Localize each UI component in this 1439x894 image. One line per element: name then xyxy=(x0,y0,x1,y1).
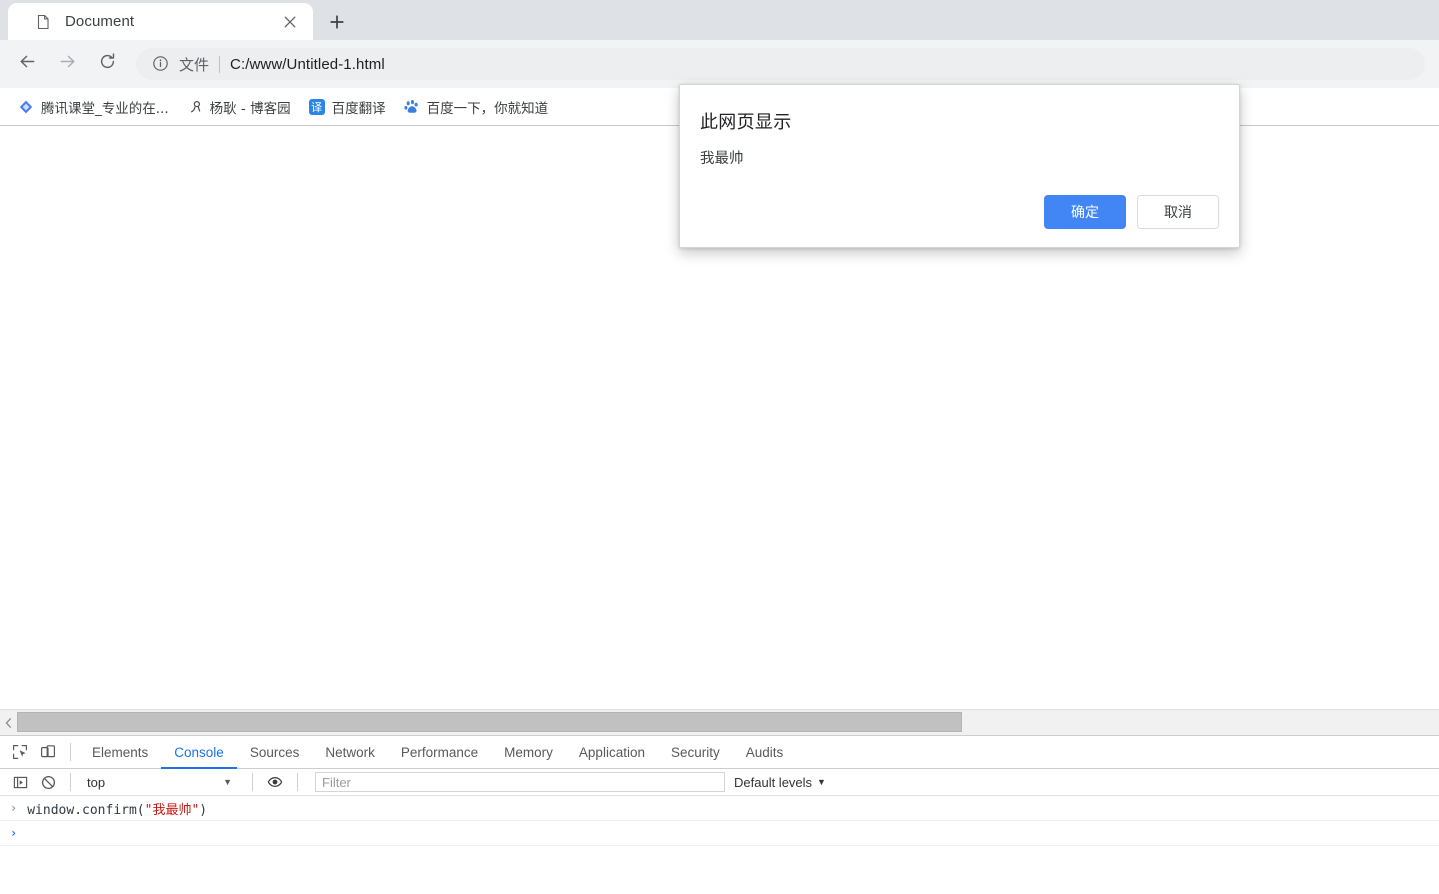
address-scheme-label: 文件 xyxy=(179,56,210,74)
tab-memory[interactable]: Memory xyxy=(491,736,566,769)
baidu-icon xyxy=(403,99,420,115)
console-input-line[interactable]: › window.confirm("我最帅") xyxy=(0,796,1439,821)
dialog-actions: 确定 取消 xyxy=(1044,195,1219,229)
chevron-left-icon[interactable] xyxy=(0,710,17,735)
dialog-message: 我最帅 xyxy=(700,151,744,167)
javascript-confirm-dialog: 此网页显示 我最帅 确定 取消 xyxy=(679,84,1240,248)
console-toolbar-divider-3 xyxy=(297,773,298,791)
bookmark-label: 百度翻译 xyxy=(331,100,386,117)
tencent-classroom-icon xyxy=(18,99,34,115)
bookmark-item-baidu-translate[interactable]: 译 百度翻译 xyxy=(301,94,394,120)
tab-sources[interactable]: Sources xyxy=(237,736,313,769)
console-input-chevron-icon: › xyxy=(10,801,18,815)
tab-audits[interactable]: Audits xyxy=(733,736,797,769)
tab-title: Document xyxy=(65,13,135,30)
log-levels-select[interactable]: Default levels ▼ xyxy=(734,775,826,790)
info-circle-icon[interactable] xyxy=(152,55,170,73)
console-filter-input[interactable]: Filter xyxy=(315,772,725,792)
plus-icon xyxy=(330,14,344,34)
cancel-button[interactable]: 取消 xyxy=(1137,195,1219,229)
console-toolbar-divider-2 xyxy=(252,773,253,791)
reload-icon xyxy=(98,52,117,76)
console-token-plain-end: ) xyxy=(199,802,208,818)
dialog-title: 此网页显示 xyxy=(700,112,792,133)
cnblogs-icon xyxy=(187,99,203,115)
console-prompt-chevron-icon: › xyxy=(10,826,18,840)
tab-application[interactable]: Application xyxy=(566,736,658,769)
bookmark-label: 百度一下，你就知道 xyxy=(426,100,549,117)
close-icon[interactable] xyxy=(279,11,301,33)
scrollbar-track[interactable] xyxy=(17,710,1439,735)
new-tab-button[interactable] xyxy=(322,9,352,39)
execution-context-select[interactable]: top ▼ xyxy=(79,772,244,793)
tab-performance[interactable]: Performance xyxy=(388,736,491,769)
live-expression-eye-icon[interactable] xyxy=(261,769,289,795)
arrow-right-icon xyxy=(58,52,77,76)
address-bar[interactable]: 文件 C:/www/Untitled-1.html xyxy=(136,48,1425,80)
console-output: › window.confirm("我最帅") › xyxy=(0,796,1439,846)
bookmark-item-cnblogs[interactable]: 杨耿 - 博客园 xyxy=(179,94,299,120)
reload-button[interactable] xyxy=(91,48,123,80)
horizontal-scrollbar[interactable] xyxy=(0,709,1439,735)
console-token-string: "我最帅" xyxy=(144,802,200,818)
console-toolbar: top ▼ Filter Default levels ▼ xyxy=(0,769,1439,796)
clear-console-icon[interactable] xyxy=(34,769,62,795)
browser-tab[interactable]: Document xyxy=(8,3,313,40)
arrow-left-icon xyxy=(18,52,37,76)
tab-console[interactable]: Console xyxy=(161,736,237,769)
forward-button[interactable] xyxy=(51,48,83,80)
console-token-plain: window.confirm( xyxy=(27,802,145,818)
log-levels-label: Default levels xyxy=(734,774,813,790)
console-expression: window.confirm("我最帅") xyxy=(27,799,207,818)
confirm-button[interactable]: 确定 xyxy=(1044,195,1126,229)
toolbar-divider xyxy=(70,743,71,761)
console-toolbar-divider xyxy=(70,773,71,791)
baidu-translate-glyph: 译 xyxy=(311,100,323,114)
devtools-tab-bar: Elements Console Sources Network Perform… xyxy=(0,736,1439,769)
execution-context-value: top xyxy=(87,774,106,790)
tab-network[interactable]: Network xyxy=(312,736,388,769)
address-url-text: C:/www/Untitled-1.html xyxy=(230,55,385,73)
page-icon xyxy=(34,13,51,30)
chevron-down-icon: ▼ xyxy=(223,777,232,787)
browser-window: Document 文件 C:/www/Untitled-1.html 腾讯课堂_… xyxy=(0,0,1439,894)
console-prompt-line[interactable]: › xyxy=(0,821,1439,846)
tab-elements[interactable]: Elements xyxy=(79,736,161,769)
chevron-down-icon: ▼ xyxy=(817,777,826,787)
console-sidebar-icon[interactable] xyxy=(6,769,34,795)
devtools-panel: Elements Console Sources Network Perform… xyxy=(0,735,1439,894)
filter-placeholder-text: Filter xyxy=(322,774,351,790)
tab-strip: Document xyxy=(0,0,1439,40)
bookmark-item-baidu[interactable]: 百度一下，你就知道 xyxy=(396,94,557,120)
address-separator xyxy=(219,55,221,73)
bookmark-label: 腾讯课堂_专业的在... xyxy=(41,100,169,117)
bookmark-label: 杨耿 - 博客园 xyxy=(209,100,291,117)
bookmark-item-tencent-classroom[interactable]: 腾讯课堂_专业的在... xyxy=(10,94,177,120)
baidu-translate-icon: 译 xyxy=(308,98,325,115)
browser-toolbar: 文件 C:/www/Untitled-1.html xyxy=(0,40,1439,88)
tab-security[interactable]: Security xyxy=(658,736,733,769)
inspect-element-icon[interactable] xyxy=(6,739,34,765)
back-button[interactable] xyxy=(11,48,43,80)
scrollbar-thumb[interactable] xyxy=(17,712,962,732)
device-toolbar-icon[interactable] xyxy=(34,739,62,765)
